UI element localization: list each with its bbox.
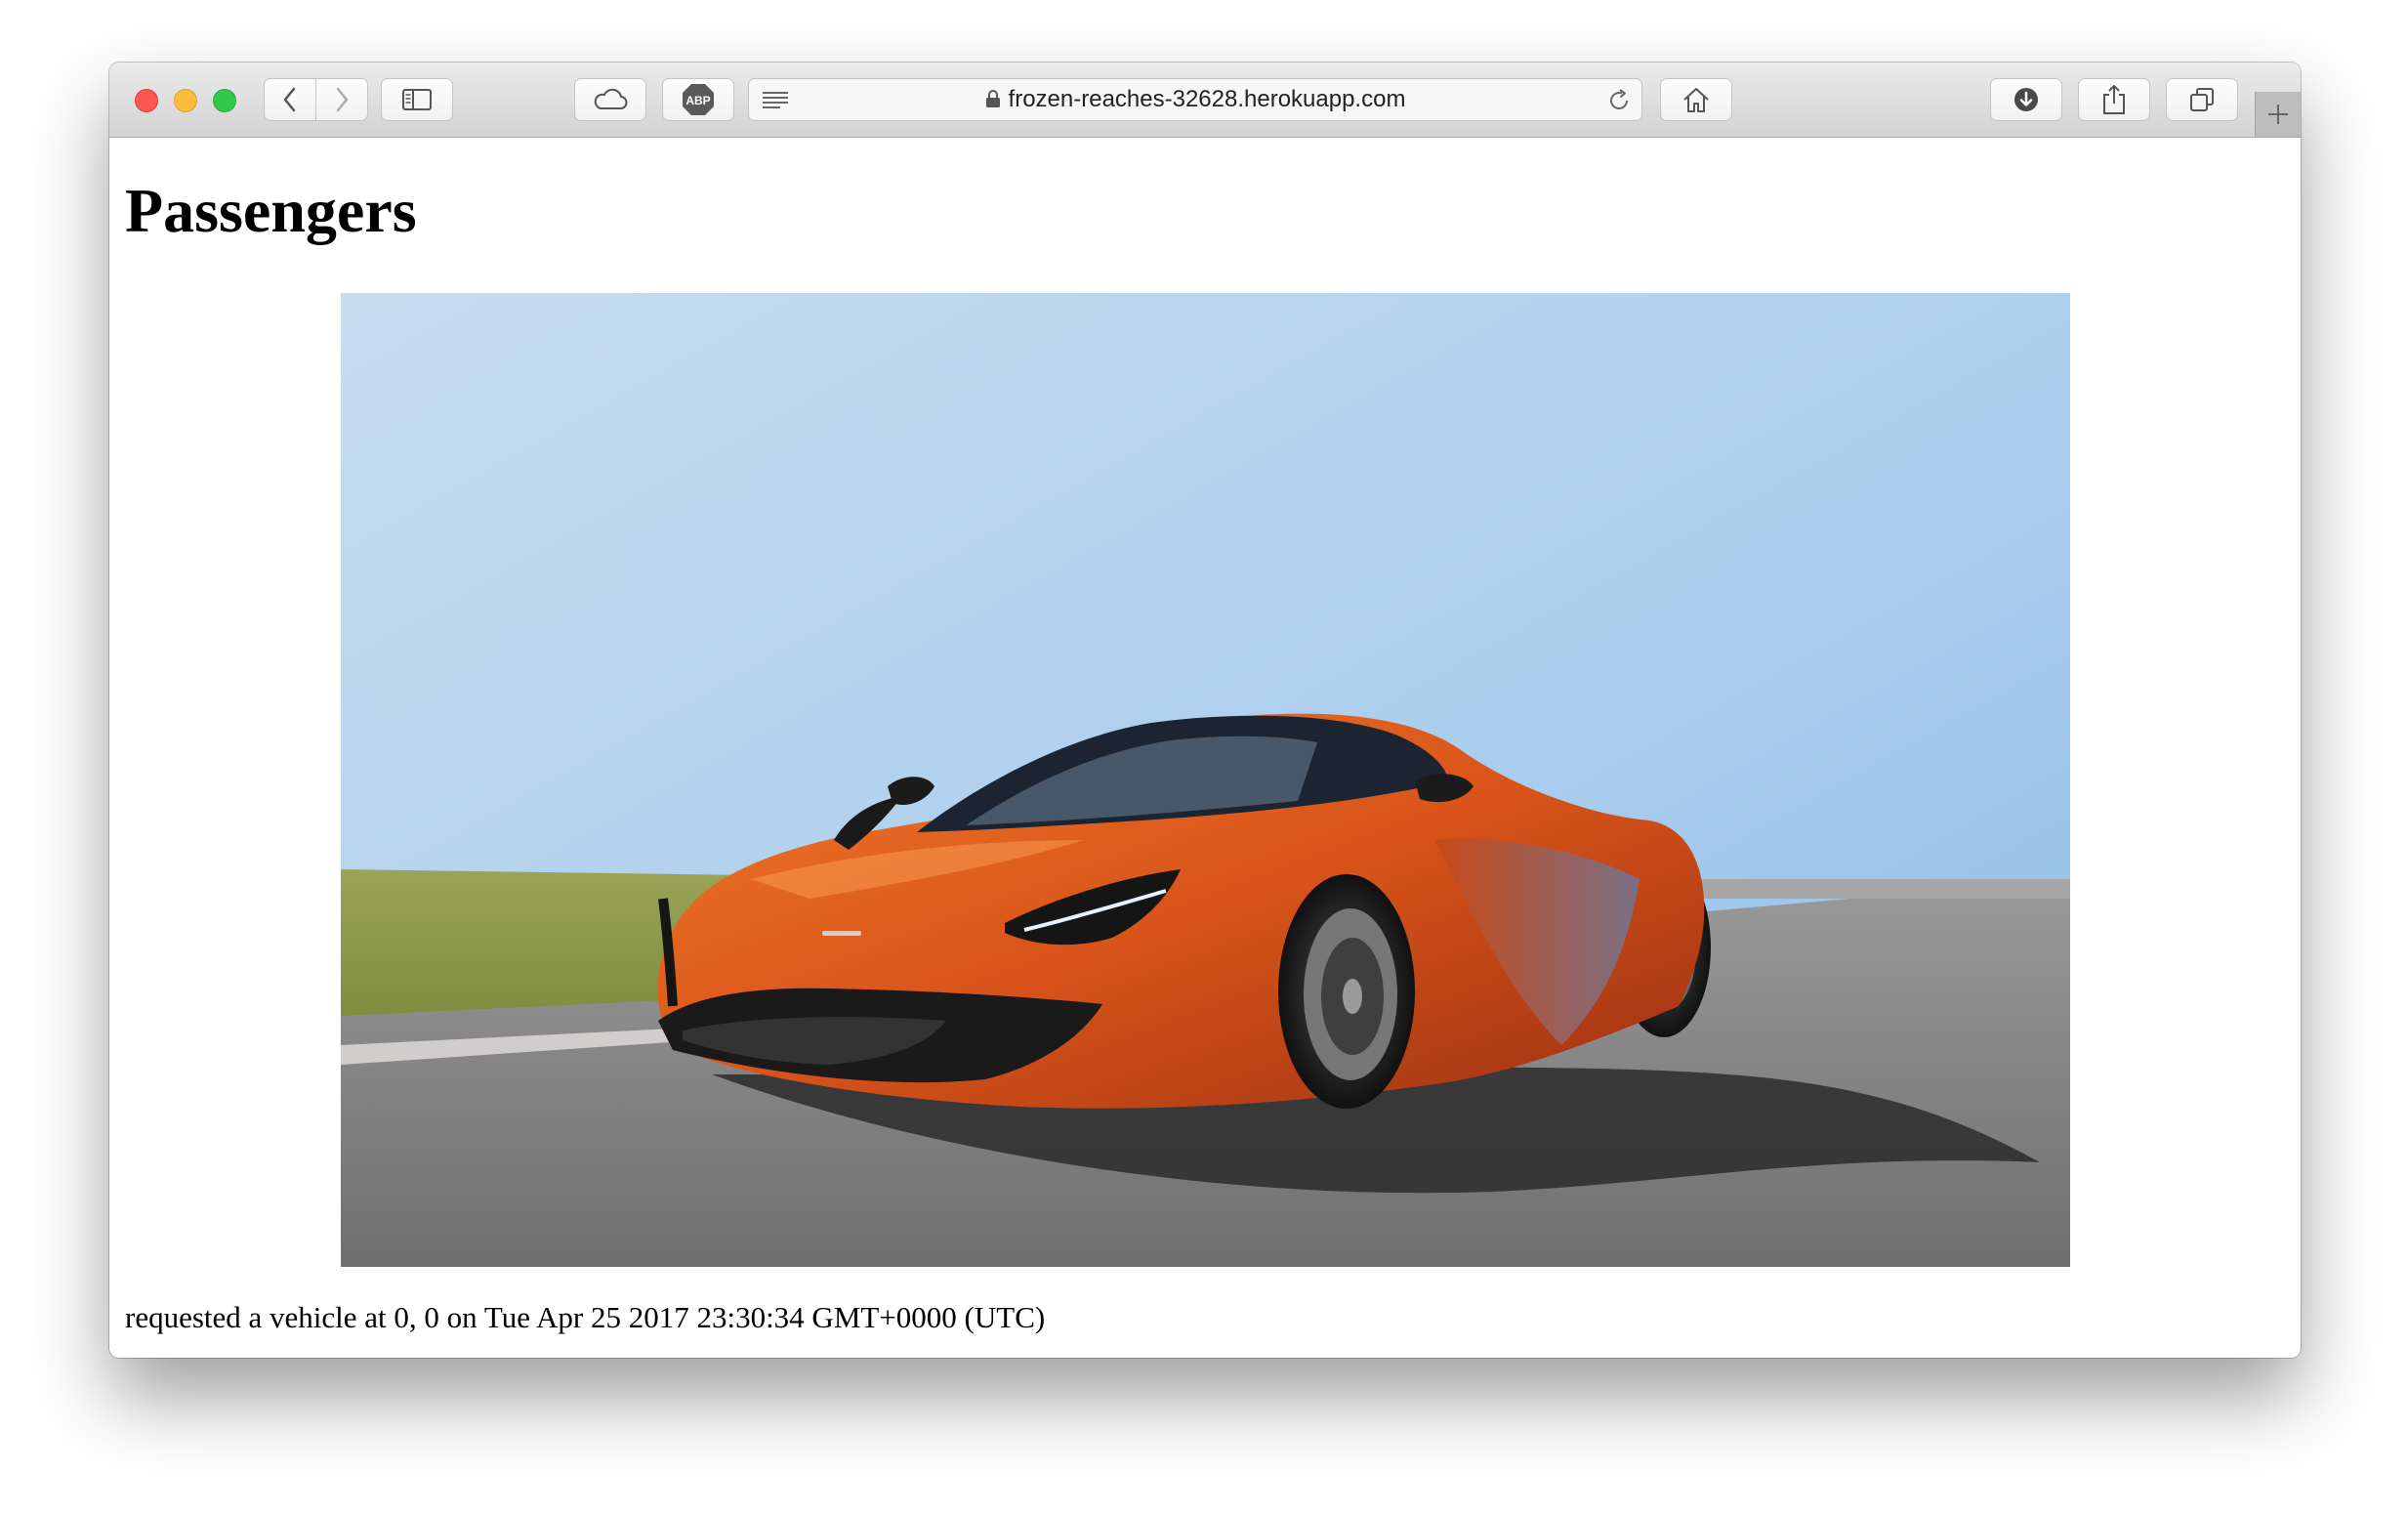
tabs-icon [2190, 88, 2214, 111]
page-title: Passengers [125, 176, 417, 245]
page-content: Passengers requested a vehicle at 0, 0 o… [109, 138, 2301, 1358]
minimize-window-button[interactable] [174, 89, 197, 112]
back-button[interactable] [264, 78, 316, 121]
url-display[interactable]: frozen-reaches-32628.herokuapp.com [749, 79, 1641, 120]
browser-toolbar: ABP frozen-reaches-32628.herokuapp.com [109, 63, 2301, 138]
icloud-button[interactable] [574, 78, 646, 121]
tabs-overview-button[interactable] [2166, 78, 2238, 121]
downloads-button[interactable] [1990, 78, 2062, 121]
forward-icon [336, 87, 349, 112]
back-icon [283, 87, 296, 112]
adblock-button[interactable]: ABP [662, 78, 734, 121]
share-icon [2103, 85, 2125, 114]
address-bar[interactable]: frozen-reaches-32628.herokuapp.com [748, 78, 1642, 121]
browser-window: ABP frozen-reaches-32628.herokuapp.com P… [109, 63, 2301, 1358]
lock-icon [985, 89, 1000, 107]
vehicle-image [341, 293, 2070, 1267]
sidebar-button[interactable] [381, 78, 453, 121]
home-button[interactable] [1660, 78, 1732, 121]
request-status-text: requested a vehicle at 0, 0 on Tue Apr 2… [125, 1300, 1046, 1334]
new-tab-icon [2268, 105, 2288, 124]
maximize-window-button[interactable] [213, 89, 236, 112]
download-icon [2014, 88, 2038, 111]
icloud-icon [594, 88, 628, 109]
url-text: frozen-reaches-32628.herokuapp.com [1008, 86, 1406, 112]
forward-button[interactable] [315, 78, 368, 121]
close-window-button[interactable] [135, 89, 158, 112]
home-icon [1683, 88, 1709, 112]
reload-icon[interactable] [1606, 88, 1632, 113]
sidebar-icon [402, 89, 432, 110]
new-tab-button[interactable] [2255, 92, 2301, 137]
adblock-icon: ABP [683, 84, 714, 115]
adblock-label: ABP [685, 94, 710, 107]
sports-car-photo [341, 293, 2070, 1267]
share-button[interactable] [2078, 78, 2150, 121]
